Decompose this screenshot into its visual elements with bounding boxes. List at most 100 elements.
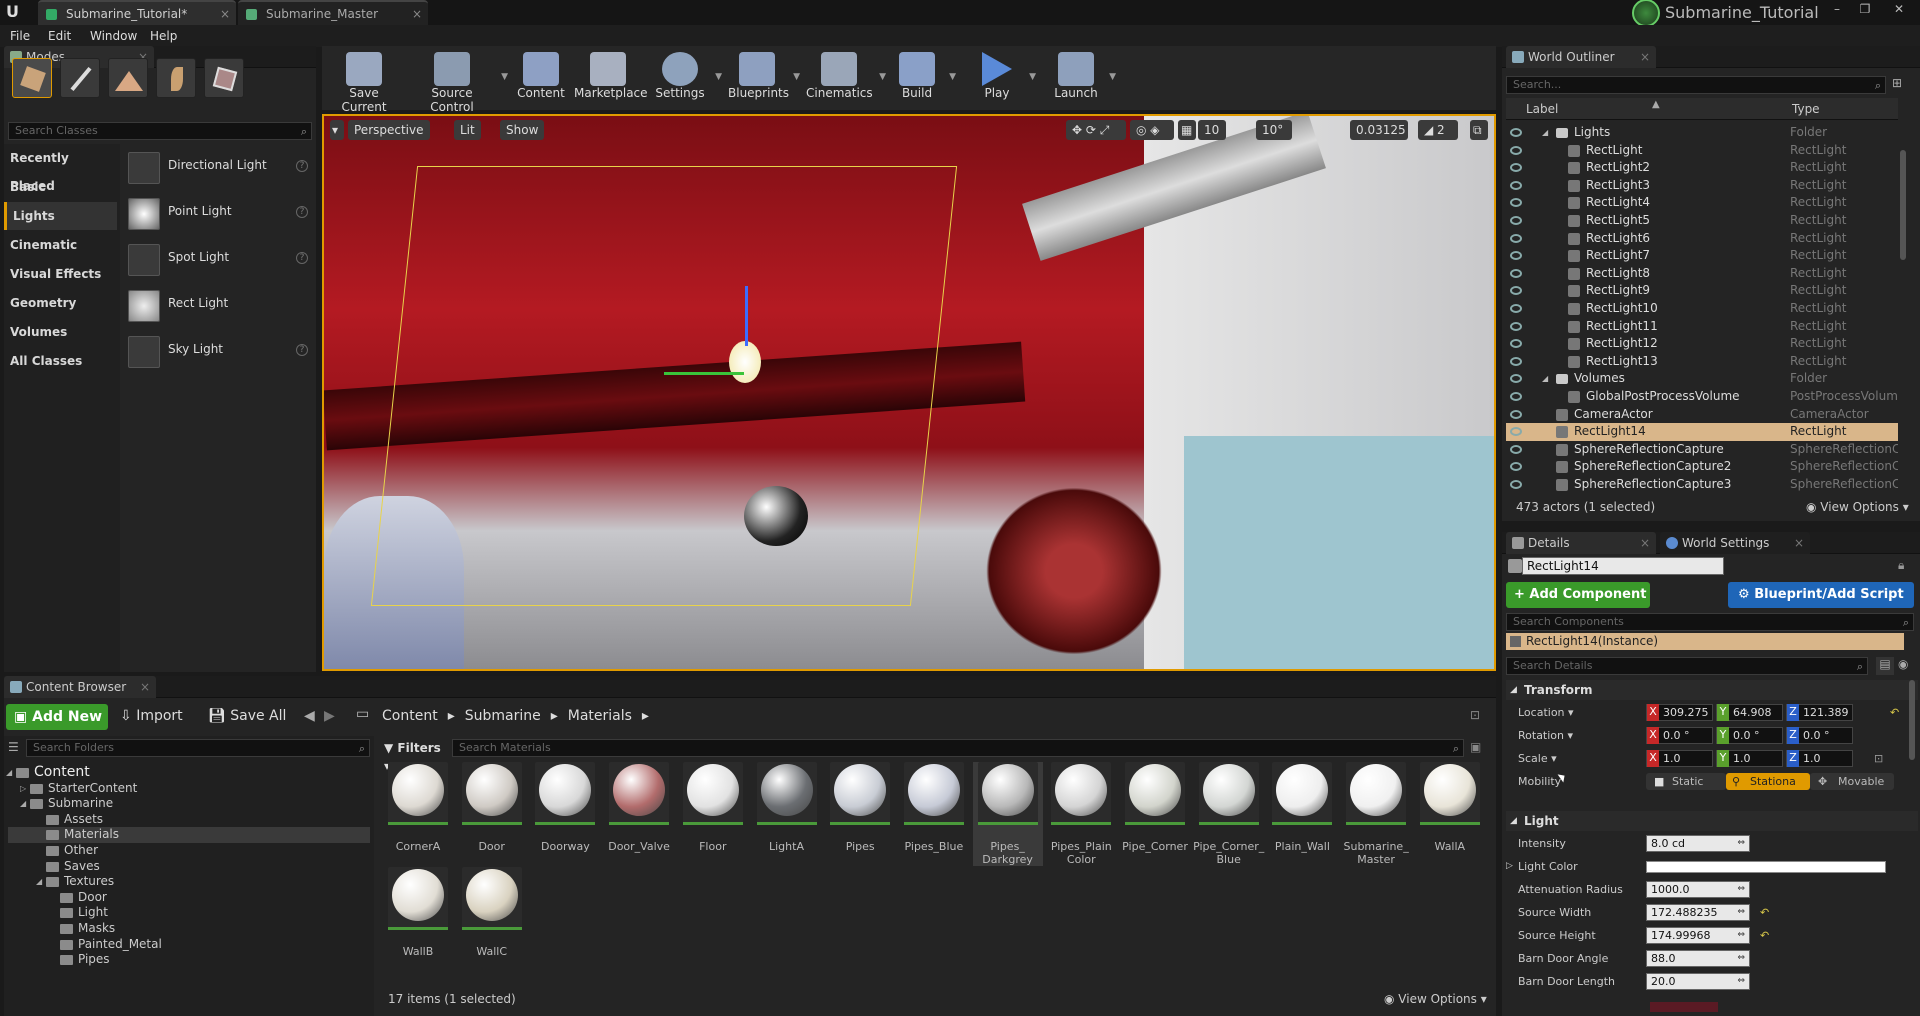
outliner-row[interactable]: SphereReflectionCapture2 SphereReflection…: [1506, 458, 1898, 476]
filters-button[interactable]: ▼ Filters ▾: [384, 739, 446, 773]
close-icon[interactable]: ×: [220, 2, 230, 27]
category-geometry[interactable]: Geometry: [4, 289, 117, 317]
search-classes-input[interactable]: Search Classes ⌕: [8, 122, 312, 140]
tab-content-browser[interactable]: Content Browser ×: [4, 676, 156, 698]
visibility-eye-icon[interactable]: [1510, 216, 1522, 225]
menu-edit[interactable]: Edit: [48, 25, 71, 47]
light-section-header[interactable]: ◢ Light: [1506, 811, 1918, 831]
help-icon[interactable]: ?: [296, 252, 308, 264]
outliner-row[interactable]: RectLight14 RectLight: [1506, 423, 1898, 441]
tab-world-settings[interactable]: World Settings ×: [1660, 532, 1810, 554]
viewport-menu-button[interactable]: ▾: [330, 120, 344, 140]
tab-submarine-master[interactable]: Submarine_Master ×: [238, 0, 428, 25]
chevron-down-icon[interactable]: ▼: [949, 72, 956, 82]
chevron-down-icon[interactable]: ▼: [879, 72, 886, 82]
search-folders-input[interactable]: Search Folders ⌕: [26, 739, 370, 757]
transform-tools[interactable]: ✥ ⟳ ⤢: [1066, 120, 1126, 140]
outliner-row[interactable]: RectLight8 RectLight: [1506, 265, 1898, 283]
tab-details[interactable]: Details ×: [1506, 532, 1656, 554]
folder-tree-item[interactable]: Painted_Metal: [8, 937, 370, 953]
tab-submarine-tutorial[interactable]: Submarine_Tutorial* ×: [38, 0, 236, 25]
grid-snap-value[interactable]: 10: [1198, 120, 1226, 140]
category-basic[interactable]: Basic: [4, 173, 117, 201]
play-button[interactable]: Play ▼: [972, 50, 1036, 106]
chevron-down-icon[interactable]: ◢: [1542, 370, 1548, 388]
rotation-x-field[interactable]: X 0.0 °: [1646, 727, 1713, 744]
details-scrollbar[interactable]: [1909, 680, 1915, 760]
material-asset-tile[interactable]: Door_Valve: [604, 762, 674, 862]
visibility-eye-icon[interactable]: [1510, 251, 1522, 261]
paint-mode-icon[interactable]: [60, 58, 100, 98]
chevron-down-icon[interactable]: ◢: [1542, 124, 1548, 142]
close-icon[interactable]: ×: [1640, 46, 1650, 68]
visibility-eye-icon[interactable]: [1510, 356, 1522, 366]
visibility-eye-icon[interactable]: [1510, 339, 1522, 349]
visibility-eye-icon[interactable]: [1510, 392, 1522, 401]
outliner-row[interactable]: SphereReflectionCapture SphereReflectionC…: [1506, 441, 1898, 459]
place-directional-light[interactable]: Directional Light?: [124, 146, 314, 190]
category-lights[interactable]: Lights: [4, 202, 117, 230]
column-label[interactable]: Label: [1526, 102, 1558, 116]
folder-tree-item[interactable]: ◢ Textures: [8, 874, 370, 890]
visibility-eye-icon[interactable]: [1510, 304, 1522, 313]
place-spot-light[interactable]: Spot Light?: [124, 238, 314, 282]
material-asset-tile[interactable]: Floor: [678, 762, 748, 862]
category-visual-effects[interactable]: Visual Effects: [4, 260, 117, 288]
property-matrix-icon[interactable]: ▤: [1876, 657, 1894, 675]
location-z-field[interactable]: Z 121.389: [1786, 704, 1853, 721]
folder-tree-item[interactable]: ◢ Submarine: [8, 796, 370, 812]
folder-tree-item[interactable]: Saves: [8, 859, 370, 875]
component-instance-row[interactable]: RectLight14(Instance): [1506, 633, 1904, 650]
category-recently-placed[interactable]: Recently Placed: [4, 144, 117, 193]
barn-door-length-field[interactable]: 20.0 ⇔: [1646, 973, 1750, 990]
lock-icon[interactable]: 🔒︎: [1898, 558, 1904, 573]
visibility-eye-icon[interactable]: [1510, 462, 1522, 472]
visibility-eye-icon[interactable]: [1510, 374, 1522, 384]
camera-speed-button[interactable]: ◢ 2: [1418, 120, 1458, 140]
scale-snap-value[interactable]: 0.03125: [1350, 120, 1408, 140]
folder-tree-item[interactable]: Masks: [8, 921, 370, 937]
location-x-field[interactable]: X 309.275: [1646, 704, 1713, 721]
foliage-mode-icon[interactable]: [156, 58, 196, 98]
outliner-row[interactable]: CameraActor CameraActor: [1506, 406, 1898, 424]
place-point-light[interactable]: Point Light?: [124, 192, 314, 236]
help-icon[interactable]: ?: [296, 160, 308, 172]
lit-button[interactable]: Lit: [454, 120, 481, 140]
close-icon[interactable]: ×: [412, 2, 422, 27]
tab-world-outliner[interactable]: World Outliner ×: [1506, 46, 1656, 68]
menu-help[interactable]: Help: [150, 25, 177, 47]
blueprint-add-script-button[interactable]: ⚙ Blueprint/Add Script: [1728, 582, 1914, 608]
tree-toggle-icon[interactable]: ☰: [8, 740, 22, 754]
visibility-eye-icon[interactable]: [1510, 180, 1522, 190]
material-asset-tile[interactable]: Pipe_Corner: [1120, 762, 1190, 862]
light-color-swatch[interactable]: [1646, 861, 1886, 873]
outliner-row[interactable]: RectLight10 RectLight: [1506, 300, 1898, 318]
outliner-row[interactable]: SphereReflectionCapture3 SphereReflection…: [1506, 476, 1898, 494]
material-asset-tile[interactable]: CornerA: [383, 762, 453, 862]
scale-label[interactable]: Scale ▾: [1518, 747, 1557, 770]
geometry-mode-icon[interactable]: [204, 58, 244, 98]
folder-tree-item[interactable]: Light: [8, 905, 370, 921]
folder-tree-item[interactable]: Pipes: [8, 952, 370, 968]
folder-tree-item[interactable]: Other: [8, 843, 370, 859]
outliner-row[interactable]: ◢ Lights Folder: [1506, 124, 1898, 142]
outliner-row[interactable]: RectLight3 RectLight: [1506, 177, 1898, 195]
material-asset-tile[interactable]: Doorway: [530, 762, 600, 862]
location-label[interactable]: Location ▾: [1518, 701, 1574, 724]
folder-tree-item[interactable]: Door: [8, 890, 370, 906]
launch-button[interactable]: Launch ▼: [1050, 50, 1116, 106]
rotation-label[interactable]: Rotation ▾: [1518, 724, 1573, 747]
visibility-eye-icon[interactable]: [1510, 233, 1522, 243]
chevron-down-icon[interactable]: ▼: [501, 72, 508, 82]
scale-y-field[interactable]: Y 1.0: [1716, 750, 1783, 767]
outliner-row[interactable]: RectLight11 RectLight: [1506, 318, 1898, 336]
marketplace-button[interactable]: Marketplace: [574, 50, 648, 106]
reset-arrow-icon[interactable]: ↶: [1760, 924, 1769, 947]
reset-arrow-icon[interactable]: ↶: [1890, 701, 1899, 724]
folder-tree-item[interactable]: Assets: [8, 812, 370, 828]
add-component-button[interactable]: + Add Component ▾: [1506, 582, 1650, 628]
back-arrow-icon[interactable]: ◀: [304, 708, 315, 724]
chevron-down-icon[interactable]: ▼: [793, 72, 800, 82]
category-cinematic[interactable]: Cinematic: [4, 231, 117, 259]
outliner-row[interactable]: RectLight12 RectLight: [1506, 335, 1898, 353]
